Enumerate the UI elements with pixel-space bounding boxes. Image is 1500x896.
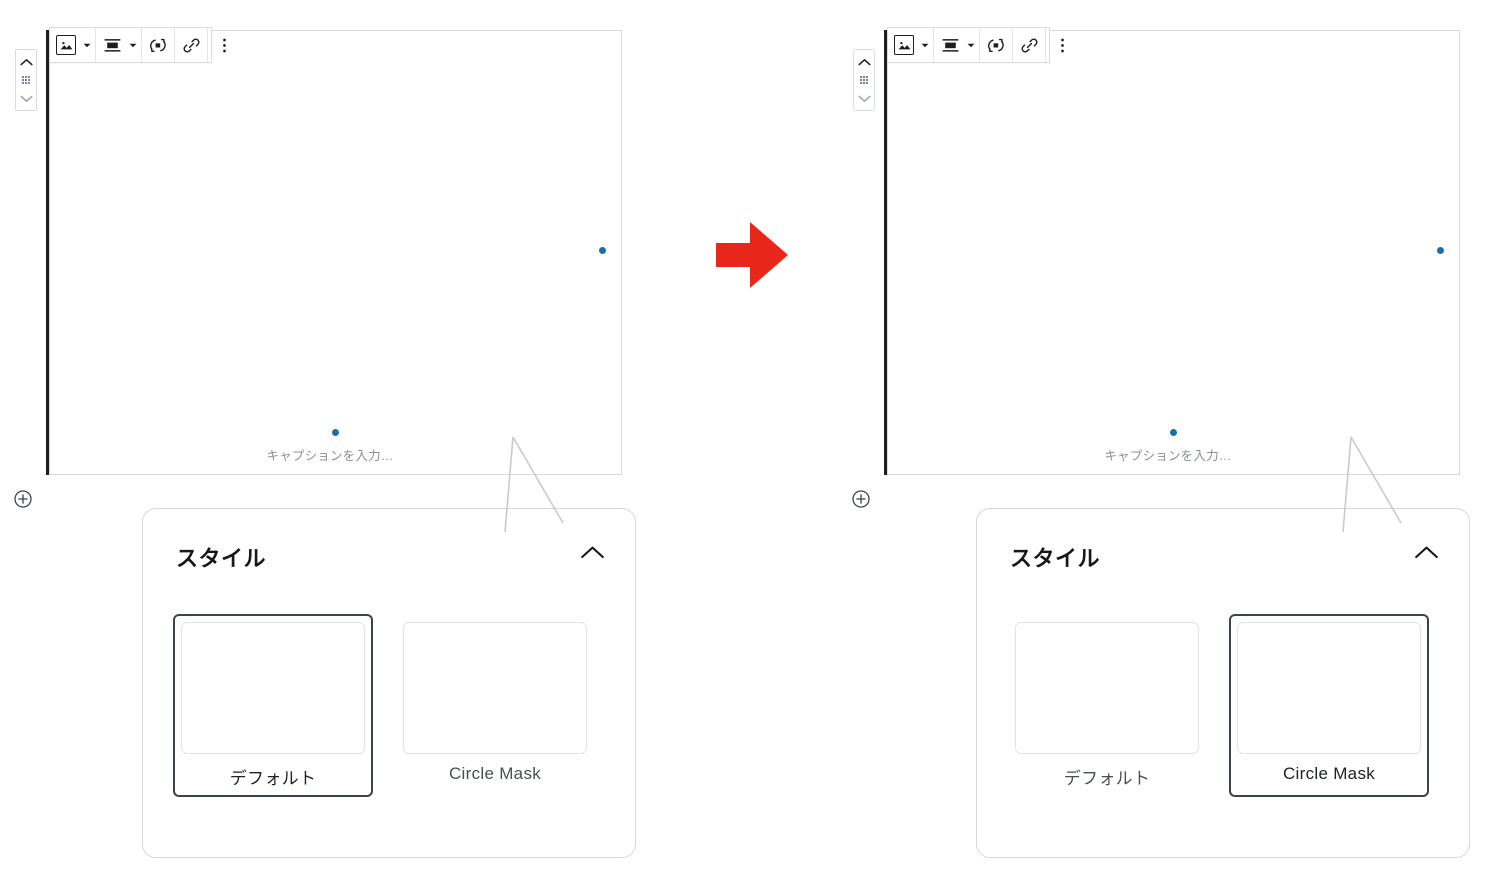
replace-image-icon[interactable] [982,28,1010,62]
image-block-chevron-down-icon[interactable] [918,28,931,62]
thumb-photo-circle [443,636,547,740]
style-option-label: デフォルト [1063,769,1151,788]
move-down-button[interactable] [16,90,36,106]
style-thumb-default-before [181,622,365,754]
replace-image-icon[interactable] [144,28,172,62]
image-preview-after[interactable] [1001,65,1372,436]
toolbar-group-alignment[interactable] [934,28,980,62]
more-options-icon[interactable] [1048,28,1076,62]
style-option-label: Circle Mask [1282,764,1376,783]
image-caption-placeholder-before[interactable]: キャプションを入力… [180,445,480,464]
block-mover-after[interactable] [853,49,875,111]
toolbar-group-link[interactable] [1013,28,1046,62]
resize-handle-bottom-after[interactable] [1168,427,1179,438]
toolbar-group-block-type[interactable] [888,28,934,62]
style-panel-title-before: スタイル [176,546,267,571]
alignment-chevron-down-icon[interactable] [126,28,139,62]
style-option-default-before[interactable]: デフォルト [173,614,373,797]
align-center-icon[interactable] [98,28,126,62]
style-panel-title-after: スタイル [1010,546,1101,571]
align-center-icon[interactable] [936,28,964,62]
style-panel-before: スタイル デフォルト Circle Mask [142,508,636,858]
toolbar-group-replace[interactable] [142,28,175,62]
link-icon[interactable] [177,28,205,62]
link-icon[interactable] [1015,28,1043,62]
arrow-right-icon [716,222,788,293]
baking-ingredients-photo-circle [1001,65,1372,436]
image-block-icon[interactable] [890,28,918,62]
move-up-button[interactable] [16,54,36,70]
thumb-photo-rectangle [1023,637,1191,739]
chevron-up-icon-after[interactable] [1414,545,1439,565]
move-down-button[interactable] [854,90,874,106]
move-up-button[interactable] [854,54,874,70]
style-panel-after: スタイル デフォルト Circle Mask [976,508,1470,858]
thumb-photo-circle [1277,636,1381,740]
image-caption-placeholder-after[interactable]: キャプションを入力… [1018,445,1318,464]
editor-after: キャプションを入力… スタイル デフォルト Circle Mask [836,0,1476,858]
alignment-chevron-down-icon[interactable] [964,28,977,62]
style-option-default-after[interactable]: デフォルト [1007,614,1207,797]
chevron-up-icon-before[interactable] [580,545,605,565]
resize-handle-right-after[interactable] [1435,245,1446,256]
toolbar-group-block-type[interactable] [50,28,96,62]
add-block-button-before[interactable] [14,490,32,508]
toolbar-group-more[interactable] [208,28,240,62]
image-preview-before[interactable] [57,65,614,436]
image-block-chevron-down-icon[interactable] [80,28,93,62]
thumb-photo-rectangle [189,637,357,739]
style-thumb-default-after [1015,622,1199,754]
image-block-icon[interactable] [52,28,80,62]
resize-handle-right-before[interactable] [597,245,608,256]
toolbar-group-link[interactable] [175,28,208,62]
more-options-icon[interactable] [210,28,238,62]
toolbar-group-more[interactable] [1046,28,1078,62]
toolbar-group-replace[interactable] [980,28,1013,62]
drag-handle-icon[interactable] [21,75,31,85]
style-thumb-circle-before [403,622,587,754]
style-option-label: デフォルト [229,769,317,788]
block-toolbar-after[interactable] [887,27,1064,63]
baking-ingredients-photo [57,65,614,436]
block-toolbar-before[interactable] [49,27,226,63]
style-option-circle-mask-before[interactable]: Circle Mask [395,614,595,797]
editor-before: キャプションを入力… スタイル デフォルト Circle Mask [0,0,640,858]
drag-handle-icon[interactable] [859,75,869,85]
style-option-label: Circle Mask [448,764,542,783]
style-thumb-circle-after [1237,622,1421,754]
block-mover-before[interactable] [15,49,37,111]
add-block-button-after[interactable] [852,490,870,508]
screenshot-root: キャプションを入力… スタイル デフォルト Circle Mask キャプション… [0,0,1500,896]
toolbar-group-alignment[interactable] [96,28,142,62]
style-option-circle-mask-after[interactable]: Circle Mask [1229,614,1429,797]
resize-handle-bottom-before[interactable] [330,427,341,438]
style-option-list-before: デフォルト Circle Mask [173,614,595,797]
style-option-list-after: デフォルト Circle Mask [1007,614,1429,797]
